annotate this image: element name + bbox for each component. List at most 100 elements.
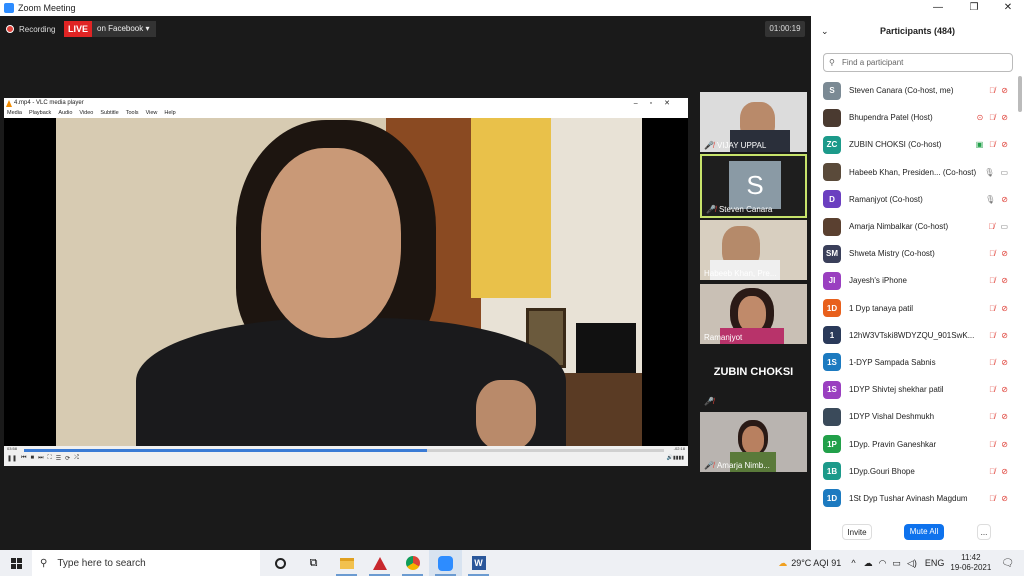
camera-off-icon[interactable]: ⊘ — [1001, 140, 1008, 149]
camera-off-icon[interactable]: ⊘ — [1001, 86, 1008, 95]
maximize-icon[interactable]: ❐ — [960, 0, 988, 16]
chevron-down-icon[interactable]: ⌄ — [821, 26, 829, 37]
vlc-menu-video[interactable]: Video — [79, 109, 93, 118]
taskbar-clock[interactable]: 11:42 19-06-2021 — [950, 553, 991, 573]
muted-mic-icon[interactable]: 🎙̸ — [989, 385, 995, 394]
more-button[interactable]: ... — [977, 524, 991, 540]
muted-mic-icon[interactable]: 🎙̸ — [989, 304, 995, 313]
notifications-icon[interactable]: 🗨 — [1001, 558, 1014, 569]
minimize-icon[interactable]: — — [924, 0, 952, 16]
participant-row[interactable]: 1S 1DYP Shivtej shekhar patil 🎙̸ ⊘ — [811, 376, 1016, 403]
mute-all-button[interactable]: Mute All — [904, 524, 944, 540]
participant-row[interactable]: Bhupendra Patel (Host) ⊙ 🎙̸ ⊘ — [811, 104, 1016, 131]
camera-off-icon[interactable]: ⊘ — [1001, 304, 1008, 313]
tray-icon[interactable]: ☁ — [864, 558, 873, 569]
participant-row[interactable]: JI Jayesh's iPhone 🎙̸ ⊘ — [811, 267, 1016, 294]
vlc-menu-playback[interactable]: Playback — [29, 109, 51, 118]
vlc-menu-media[interactable]: Media — [7, 109, 22, 118]
shuffle-icon[interactable]: ⤮ — [74, 455, 79, 462]
muted-mic-icon[interactable]: 🎙̸ — [989, 331, 995, 340]
gallery-tile[interactable]: ZUBIN CHOKSI 🎤̸ — [700, 348, 807, 408]
zoom-taskbar-icon[interactable] — [429, 550, 462, 576]
camera-off-icon[interactable]: ⊘ — [1001, 385, 1008, 394]
camera-icon[interactable]: ▭ — [1000, 222, 1008, 231]
muted-mic-icon[interactable]: 🎙̸ — [988, 222, 994, 231]
participant-row[interactable]: ZC ZUBIN CHOKSI (Co-host) ▣ 🎙̸ ⊘ — [811, 131, 1016, 158]
camera-off-icon[interactable]: ⊘ — [1001, 412, 1008, 421]
participant-row[interactable]: Habeeb Khan, Presiden... (Co-host) 🎙 ▭ — [811, 159, 1016, 186]
gallery-tile[interactable]: 🎤̸ VIJAY UPPAL — [700, 92, 807, 152]
muted-mic-icon[interactable]: 🎙̸ — [989, 113, 995, 122]
close-icon[interactable]: ✕ — [994, 0, 1022, 16]
camera-off-icon[interactable]: ⊘ — [1001, 113, 1008, 122]
participant-row[interactable]: 1B 1Dyp.Gouri Bhope 🎙̸ ⊘ — [811, 458, 1016, 485]
participant-row[interactable]: Amarja Nimbalkar (Co-host) 🎙̸ ▭ — [811, 213, 1016, 240]
fullscreen-icon[interactable]: ⛶ — [48, 455, 52, 462]
vlc-menu-subtitle[interactable]: Subtitle — [100, 109, 118, 118]
start-button[interactable] — [0, 550, 32, 576]
pause-icon[interactable]: ❚❚ — [7, 455, 17, 462]
participant-row[interactable]: SM Shweta Mistry (Co-host) 🎙̸ ⊘ — [811, 240, 1016, 267]
camera-off-icon[interactable]: ⊘ — [1001, 249, 1008, 258]
mic-icon[interactable]: 🎙 — [984, 168, 994, 177]
gallery-tile[interactable]: 🎤̸ Amarja Nimb... — [700, 412, 807, 472]
gallery-tile-active-speaker[interactable]: S 🎤̸ Steven Canara — [700, 154, 807, 218]
vlc-menu-audio[interactable]: Audio — [58, 109, 72, 118]
participant-row[interactable]: S Steven Canara (Co-host, me) 🎙̸ ⊘ — [811, 77, 1016, 104]
muted-mic-icon[interactable]: 🎙̸ — [989, 140, 995, 149]
taskbar-search-input[interactable]: ⚲ Type here to search — [32, 550, 260, 576]
gallery-tile[interactable]: Ramanjyot — [700, 284, 807, 344]
participant-row[interactable]: 1P 1Dyp. Pravin Ganeshkar 🎙̸ ⊘ — [811, 430, 1016, 457]
app-icon-red[interactable] — [363, 550, 396, 576]
show-hidden-icons-chevron-icon[interactable]: ^ — [851, 558, 855, 568]
volume-icon[interactable]: ◁) — [907, 558, 917, 569]
muted-mic-icon[interactable]: 🎙̸ — [989, 249, 995, 258]
weather-text[interactable]: 29°C AQI 91 — [791, 558, 841, 568]
task-view-icon[interactable]: ⧉ — [297, 550, 330, 576]
participant-row[interactable]: 1 12hW3VTski8WDYZQU_901SwK... 🎙̸ ⊘ — [811, 322, 1016, 349]
muted-mic-icon[interactable]: 🎙̸ — [989, 467, 995, 476]
vlc-video-frame[interactable] — [4, 118, 688, 446]
participants-scrollbar[interactable] — [1018, 76, 1022, 112]
vlc-menu-view[interactable]: View — [146, 109, 158, 118]
muted-mic-icon[interactable]: 🎙̸ — [989, 412, 995, 421]
word-icon[interactable]: W — [462, 550, 495, 576]
participant-row[interactable]: 1DYP Vishal Deshmukh 🎙̸ ⊘ — [811, 403, 1016, 430]
participant-row[interactable]: 1S 1-DYP Sampada Sabnis 🎙̸ ⊘ — [811, 349, 1016, 376]
vlc-menu-tools[interactable]: Tools — [126, 109, 139, 118]
playlist-icon[interactable]: ☰ — [56, 455, 61, 462]
gallery-tile[interactable]: Habeeb Khan, Pre... — [700, 220, 807, 280]
stream-target-dropdown[interactable]: on Facebook ▾ — [92, 21, 156, 37]
participant-row[interactable]: D Ramanjyot (Co-host) 🎙 ⊘ — [811, 186, 1016, 213]
muted-mic-icon[interactable]: 🎙̸ — [989, 358, 995, 367]
participant-row[interactable]: 1D 1St Dyp Tushar Avinash Magdum 🎙̸ ⊘ — [811, 485, 1016, 512]
recording-indicator[interactable]: Recording — [6, 22, 55, 36]
camera-off-icon[interactable]: ⊘ — [1001, 195, 1008, 204]
participant-search-input[interactable]: ⚲ Find a participant — [823, 53, 1013, 72]
camera-off-icon[interactable]: ⊘ — [1001, 276, 1008, 285]
camera-off-icon[interactable]: ⊘ — [1001, 331, 1008, 340]
muted-mic-icon[interactable]: 🎙̸ — [989, 440, 995, 449]
camera-off-icon[interactable]: ⊘ — [1001, 440, 1008, 449]
stop-icon[interactable]: ■ — [30, 455, 34, 462]
camera-icon[interactable]: ▭ — [1000, 168, 1008, 177]
invite-button[interactable]: Invite — [842, 524, 872, 540]
muted-mic-icon[interactable]: 🎙̸ — [989, 494, 995, 503]
vlc-menu-help[interactable]: Help — [164, 109, 175, 118]
cortana-icon[interactable] — [264, 550, 297, 576]
camera-off-icon[interactable]: ⊘ — [1001, 467, 1008, 476]
mic-icon[interactable]: 🎙 — [985, 195, 995, 204]
wifi-icon[interactable]: ◠ — [879, 558, 887, 569]
vlc-window-controls[interactable]: –▫✕ — [634, 98, 682, 109]
chrome-icon[interactable] — [396, 550, 429, 576]
next-icon[interactable]: ⏭ — [38, 455, 43, 462]
camera-off-icon[interactable]: ⊘ — [1001, 494, 1008, 503]
camera-off-icon[interactable]: ⊘ — [1001, 358, 1008, 367]
live-badge[interactable]: LIVE — [64, 21, 92, 37]
muted-mic-icon[interactable]: 🎙̸ — [989, 276, 995, 285]
input-language[interactable]: ENG — [925, 558, 945, 568]
loop-icon[interactable]: ⟳ — [65, 455, 70, 462]
muted-mic-icon[interactable]: 🎙̸ — [989, 86, 995, 95]
vlc-seek-bar[interactable] — [24, 449, 664, 452]
participant-row[interactable]: 1D 1 Dyp tanaya patil 🎙̸ ⊘ — [811, 295, 1016, 322]
